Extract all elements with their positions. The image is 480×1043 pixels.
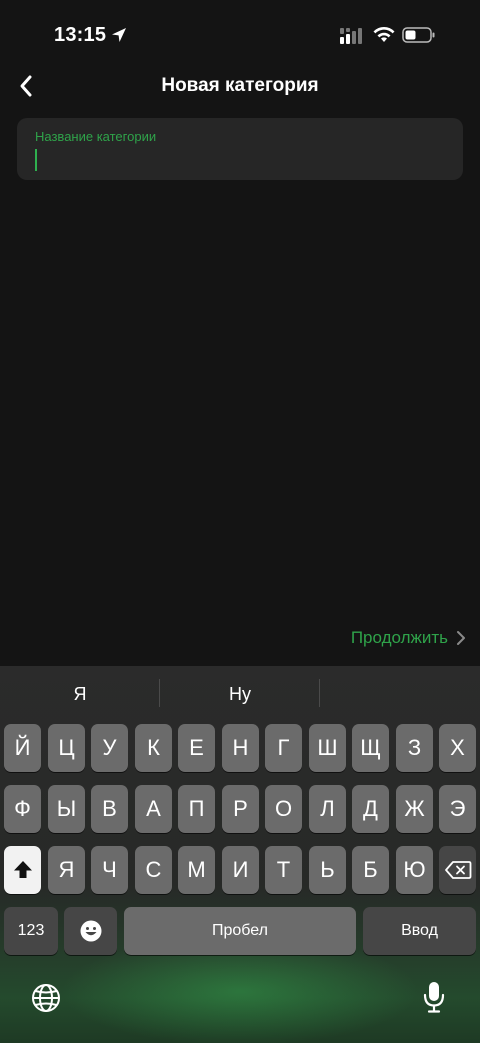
key-letter[interactable]: Ь (309, 846, 346, 894)
status-bar: 13:15 (0, 0, 480, 70)
status-time: 13:15 (54, 24, 107, 46)
emoji-key[interactable] (64, 907, 117, 955)
key-letter[interactable]: З (396, 724, 433, 772)
text-cursor (35, 149, 37, 171)
key-letter[interactable]: Ш (309, 724, 346, 772)
key-letter[interactable]: Я (48, 846, 85, 894)
continue-label: Продолжить (350, 628, 448, 647)
category-name-field[interactable]: Название категории (17, 118, 463, 180)
key-letter[interactable]: И (222, 846, 259, 894)
key-letter[interactable]: К (135, 724, 172, 772)
key-letter[interactable]: Ц (48, 724, 85, 772)
chevron-right-icon (457, 631, 465, 645)
key-letter[interactable]: Й (4, 724, 41, 772)
key-letter[interactable]: У (91, 724, 128, 772)
microphone-icon[interactable] (422, 980, 446, 1019)
key-letter[interactable]: В (91, 785, 128, 833)
key-letter[interactable]: П (178, 785, 215, 833)
key-letter[interactable]: Л (309, 785, 346, 833)
key-letter[interactable]: Э (439, 785, 476, 833)
key-letter[interactable]: А (135, 785, 172, 833)
key-letter[interactable]: Г (265, 724, 302, 772)
key-letter[interactable]: Х (439, 724, 476, 772)
page-title: Новая категория (161, 75, 319, 96)
key-letter[interactable]: Е (178, 724, 215, 772)
return-key[interactable]: Ввод (363, 907, 476, 955)
key-letter[interactable]: М (178, 846, 215, 894)
key-letter[interactable]: Р (222, 785, 259, 833)
keyboard: Я Ну Й Ц У К Е Н Г Ш Щ З Х Ф Ы В А П Р О… (0, 666, 480, 1043)
key-letter[interactable]: Ж (396, 785, 433, 833)
suggestion-bar: Я Ну (0, 666, 480, 722)
key-letter[interactable]: Щ (352, 724, 389, 772)
continue-button[interactable]: Продолжить (351, 628, 466, 648)
wifi-icon (372, 26, 396, 49)
location-arrow-icon (110, 26, 128, 49)
shift-key[interactable] (4, 846, 41, 894)
key-letter[interactable]: Ч (91, 846, 128, 894)
key-letter[interactable]: С (135, 846, 172, 894)
shift-arrow-icon (13, 861, 32, 878)
key-letter[interactable]: Т (265, 846, 302, 894)
delete-key[interactable] (439, 846, 476, 894)
category-name-label: Название категории (35, 129, 157, 144)
suggestion-2[interactable]: Ну (165, 684, 315, 705)
globe-icon[interactable] (30, 982, 62, 1019)
suggestion-divider (159, 679, 160, 707)
category-name-input[interactable] (41, 146, 441, 172)
space-key[interactable]: Пробел (124, 907, 356, 955)
emoji-icon (80, 920, 101, 942)
suggestion-1[interactable]: Я (5, 684, 155, 705)
key-letter[interactable]: Б (352, 846, 389, 894)
backspace-icon (444, 861, 471, 879)
cellular-signal-icon (339, 27, 365, 50)
suggestion-divider (319, 679, 320, 707)
key-letter[interactable]: Ы (48, 785, 85, 833)
numbers-key[interactable]: 123 (4, 907, 58, 955)
key-letter[interactable]: Ф (4, 785, 41, 833)
key-letter[interactable]: Д (352, 785, 389, 833)
battery-icon (402, 26, 436, 49)
key-letter[interactable]: Н (222, 724, 259, 772)
key-letter[interactable]: Ю (396, 846, 433, 894)
navigation-bar: Новая категория (0, 62, 480, 110)
key-letter[interactable]: О (265, 785, 302, 833)
